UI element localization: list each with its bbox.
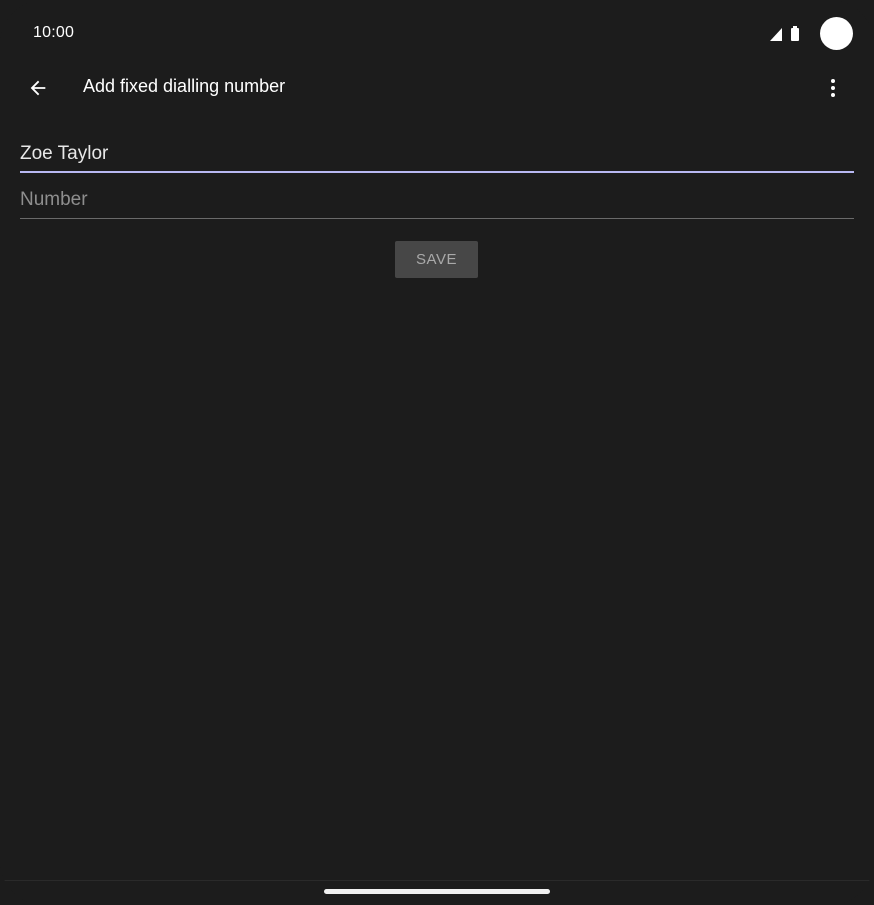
- arrow-back-icon: [30, 80, 46, 96]
- back-button[interactable]: [20, 70, 56, 106]
- gesture-nav-handle[interactable]: [324, 889, 550, 894]
- number-field: [20, 183, 854, 219]
- more-options-button[interactable]: [815, 70, 851, 106]
- name-field: [20, 137, 854, 173]
- camera-cutout: [820, 17, 853, 50]
- name-input[interactable]: [20, 137, 854, 171]
- phone-screen: 10:00 Add fixed dialling number Zoe Tayl…: [0, 0, 874, 905]
- number-field-underline: [20, 218, 854, 219]
- more-vert-icon: [831, 79, 835, 97]
- name-field-underline: [20, 171, 854, 173]
- app-bar: Add fixed dialling number: [0, 62, 874, 112]
- nav-bar-divider: [0, 880, 874, 881]
- page-title: Add fixed dialling number: [83, 76, 286, 96]
- battery-icon: [790, 26, 800, 41]
- number-input[interactable]: [20, 183, 854, 217]
- status-bar: 10:00: [0, 0, 874, 66]
- save-button[interactable]: SAVE: [395, 241, 478, 278]
- status-time: 10:00: [33, 24, 75, 41]
